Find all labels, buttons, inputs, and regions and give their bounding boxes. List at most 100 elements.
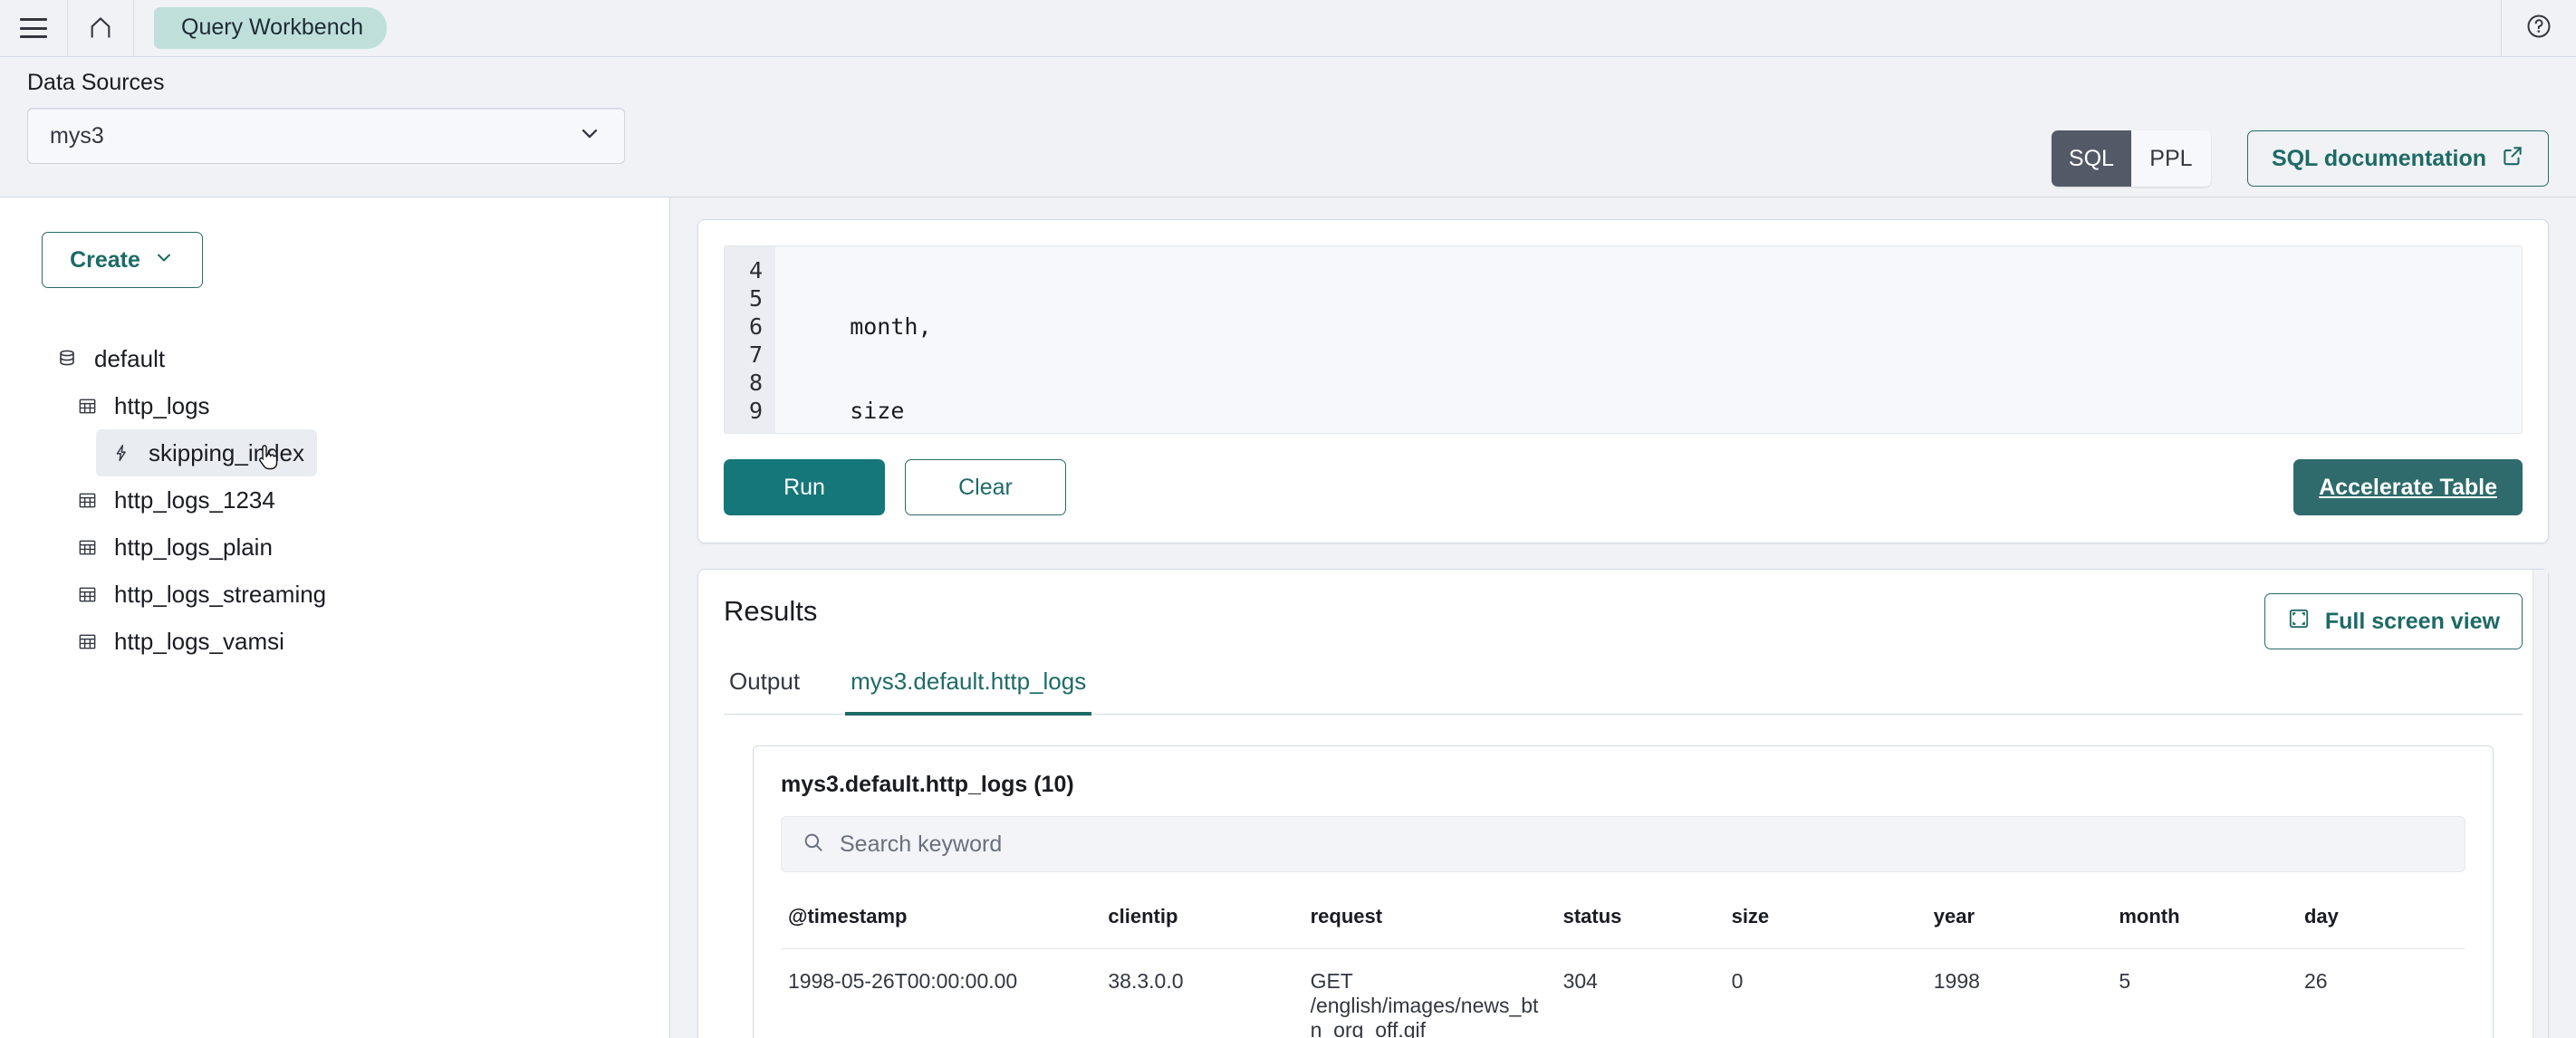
results-table-body: 1998-05-26T00:00:00.00 38.3.0.0 GET /eng… [781,949,2465,1038]
data-sources-bar: Data Sources mys3 SQL PPL SQL documentat… [0,57,2576,197]
column-header-size[interactable]: size [1725,896,1927,949]
full-screen-view-button[interactable]: Full screen view [2264,593,2523,649]
cell-year: 1998 [1927,949,2112,1038]
app-tab-query-workbench[interactable]: Query Workbench [154,7,387,49]
data-source-selected-value: mys3 [50,123,104,149]
top-navigation-bar: Query Workbench [0,0,2576,57]
tab-output[interactable]: Output [724,668,805,714]
main-layout: Create default [0,197,2576,1038]
search-input[interactable] [840,831,2445,858]
table-row: 1998-05-26T00:00:00.00 38.3.0.0 GET /eng… [781,949,2465,1038]
table-icon [74,584,100,605]
help-circle-icon[interactable] [2525,13,2552,44]
code-line: size [795,397,2522,425]
create-button[interactable]: Create [42,232,203,288]
cell-month: 5 [2111,949,2297,1038]
datasource-tree: default http_logs ski [42,335,669,665]
sql-documentation-button[interactable]: SQL documentation [2247,130,2549,187]
chrome-right-group [2501,0,2576,56]
sql-code-editor[interactable]: 4 5 6 7 8 9 month, size ) WITH ( index_s… [724,245,2523,434]
editor-code-body[interactable]: month, size ) WITH ( index_settings = '{… [775,246,2522,433]
editor-line-numbers: 4 5 6 7 8 9 [725,246,775,433]
data-source-select[interactable]: mys3 [27,108,625,164]
cell-clientip: 38.3.0.0 [1101,949,1302,1038]
bolt-icon [109,443,134,463]
code-line: month, [795,312,2522,341]
query-language-controls: SQL PPL SQL documentation [2052,130,2549,187]
table-icon [74,396,100,417]
home-button[interactable] [68,0,134,56]
line-number: 5 [739,284,763,312]
sidebar-panel: Create default [0,197,670,1038]
table-icon [74,631,100,652]
tree-item-http-logs-streaming[interactable]: http_logs_streaming [62,571,339,618]
line-number: 9 [739,397,763,425]
column-header-month[interactable]: month [2111,896,2297,949]
tree-item-skipping-index[interactable]: skipping_index [96,429,317,476]
cell-timestamp: 1998-05-26T00:00:00.00 [781,949,1101,1038]
line-number: 7 [739,341,763,369]
language-toggle-ppl[interactable]: PPL [2131,130,2211,187]
language-toggle-sql[interactable]: SQL [2052,130,2131,187]
result-card-title: mys3.default.http_logs (10) [781,772,2465,798]
column-header-day[interactable]: day [2297,896,2465,949]
line-number: 6 [739,312,763,341]
sql-documentation-label: SQL documentation [2272,146,2486,172]
home-icon[interactable] [88,15,113,41]
search-icon [802,831,825,859]
external-link-icon [2501,144,2524,174]
language-toggle-group: SQL PPL [2052,130,2211,187]
result-search-box[interactable] [781,816,2465,872]
chevron-down-icon [153,246,175,274]
cell-request: GET /english/images/news_btn_org_off.gif [1303,949,1556,1038]
accelerate-table-button[interactable]: Accelerate Table [2293,459,2523,515]
tree-item-http-logs-plain[interactable]: http_logs_plain [62,524,285,571]
table-icon [74,537,100,558]
tree-item-label: http_logs [114,392,210,420]
menu-button[interactable] [0,0,68,56]
tree-item-label: http_logs_vamsi [114,628,284,656]
results-panel: Results Full screen view Output mys3.def… [697,569,2549,1038]
tree-item-default[interactable]: default [42,335,178,382]
result-table-card: mys3.default.http_logs (10) @timestamp [753,745,2494,1038]
tree-item-http-logs-1234[interactable]: http_logs_1234 [62,476,288,524]
chrome-left-group: Query Workbench [0,0,387,56]
results-table-head: @timestamp clientip request status size … [781,896,2465,949]
tree-item-http-logs-vamsi[interactable]: http_logs_vamsi [62,618,297,665]
hamburger-icon[interactable] [20,18,47,38]
line-number: 4 [739,256,763,284]
run-button[interactable]: Run [724,459,885,515]
column-header-timestamp[interactable]: @timestamp [781,896,1101,949]
sql-editor-panel: 4 5 6 7 8 9 month, size ) WITH ( index_s… [697,219,2549,543]
tree-item-label: default [94,345,165,373]
table-header-row: @timestamp clientip request status size … [781,896,2465,949]
tree-item-label: http_logs_1234 [114,486,275,514]
results-table: @timestamp clientip request status size … [781,896,2465,1038]
cell-size: 0 [1725,949,1927,1038]
column-header-year[interactable]: year [1927,896,2112,949]
column-header-status[interactable]: status [1556,896,1725,949]
tab-mys3-default-http-logs[interactable]: mys3.default.http_logs [845,668,1091,714]
editor-action-bar: Run Clear [724,459,2523,515]
line-number: 8 [739,369,763,397]
full-screen-view-label: Full screen view [2325,609,2500,635]
create-button-label: Create [70,247,140,274]
tree-item-label: http_logs_plain [114,533,273,562]
data-sources-label: Data Sources [27,70,2549,96]
column-header-clientip[interactable]: clientip [1101,896,1302,949]
tree-item-http-logs[interactable]: http_logs [62,382,223,429]
fullscreen-icon [2287,607,2311,637]
column-header-request[interactable]: request [1303,896,1556,949]
database-icon [54,348,80,370]
cell-status: 304 [1556,949,1725,1038]
cell-day: 26 [2297,949,2465,1038]
chevron-down-icon [577,120,602,152]
page-scrollbar[interactable] [2533,570,2548,1038]
table-icon [74,490,100,511]
results-tabs: Output mys3.default.http_logs [724,668,2523,715]
clear-button[interactable]: Clear [905,459,1066,515]
results-title: Results [724,595,2523,628]
content-area: 4 5 6 7 8 9 month, size ) WITH ( index_s… [670,197,2576,1038]
tree-item-label: http_logs_streaming [114,581,326,609]
tree-item-label: skipping_index [149,439,304,467]
